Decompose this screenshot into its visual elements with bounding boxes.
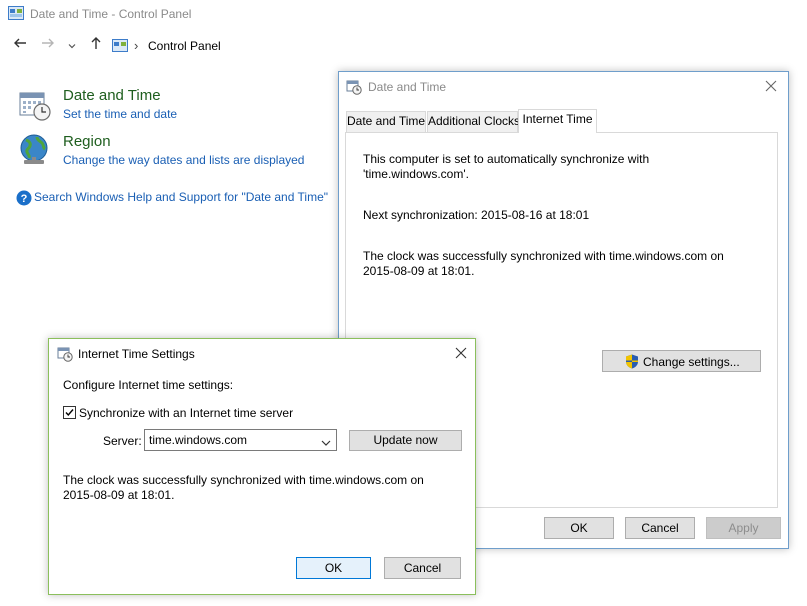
up-arrow-icon[interactable] [89, 36, 103, 53]
server-combobox[interactable]: time.windows.com [144, 429, 337, 451]
window-title: Date and Time - Control Panel [30, 7, 192, 21]
close-icon[interactable] [455, 347, 467, 359]
recent-chevron-down-icon[interactable] [68, 38, 76, 53]
change-settings-label: Change settings... [643, 355, 740, 369]
breadcrumb-separator: › [134, 38, 139, 53]
address-icon [112, 39, 128, 52]
change-region-formats-link[interactable]: Change the way dates and lists are displ… [63, 153, 304, 167]
category-region-title[interactable]: Region [63, 133, 111, 150]
next-synchronization: Next synchronization: 2015-08-16 at 18:0… [363, 208, 590, 222]
calendar-clock-icon [18, 88, 52, 122]
sync-info-line1: This computer is set to automatically sy… [363, 152, 650, 166]
close-icon[interactable] [765, 80, 777, 92]
sync-status-line2: 2015-08-09 at 18:01. [363, 264, 475, 278]
tab-internet-time[interactable]: Internet Time [518, 109, 597, 133]
control-panel-icon [8, 6, 24, 20]
dropdown-chevron-icon[interactable] [321, 436, 331, 446]
cancel-button[interactable]: Cancel [625, 517, 695, 539]
back-arrow-icon[interactable] [13, 36, 27, 53]
sync-checkbox-label[interactable]: Synchronize with an Internet time server [79, 406, 293, 421]
sync-info-line2: 'time.windows.com'. [363, 167, 469, 181]
server-label: Server: [103, 434, 142, 448]
forward-arrow-icon[interactable] [41, 36, 55, 53]
windows-help-link[interactable]: Search Windows Help and Support for "Dat… [34, 190, 328, 204]
tab-additional-clocks[interactable]: Additional Clocks [427, 111, 520, 132]
category-date-time-title[interactable]: Date and Time [63, 87, 161, 104]
uac-shield-icon [625, 354, 639, 369]
configure-heading: Configure Internet time settings: [63, 378, 234, 392]
active-tab-cover [519, 131, 596, 134]
inet-sync-status-line1: The clock was successfully synchronized … [63, 473, 424, 487]
cancel-button[interactable]: Cancel [384, 557, 461, 579]
internet-time-dialog-icon [57, 346, 73, 362]
breadcrumb-control-panel[interactable]: Control Panel [148, 39, 221, 53]
inet-sync-status-line2: 2015-08-09 at 18:01. [63, 488, 175, 502]
change-settings-button[interactable]: Change settings... [602, 350, 761, 372]
server-value[interactable]: time.windows.com [149, 433, 247, 447]
ok-button[interactable]: OK [544, 517, 614, 539]
svg-text:?: ? [21, 193, 28, 205]
ok-button[interactable]: OK [296, 557, 371, 579]
sync-checkbox[interactable] [63, 406, 76, 419]
sync-status-line1: The clock was successfully synchronized … [363, 249, 724, 263]
date-time-dialog-icon [346, 79, 362, 95]
date-time-dialog-title: Date and Time [368, 80, 447, 94]
update-now-button[interactable]: Update now [349, 430, 462, 451]
tab-date-and-time[interactable]: Date and Time [346, 111, 426, 132]
help-question-icon: ? [16, 190, 32, 206]
apply-button[interactable]: Apply [706, 517, 781, 539]
set-time-date-link[interactable]: Set the time and date [63, 107, 177, 121]
internet-time-dialog-title: Internet Time Settings [78, 347, 195, 361]
globe-icon [18, 133, 52, 167]
